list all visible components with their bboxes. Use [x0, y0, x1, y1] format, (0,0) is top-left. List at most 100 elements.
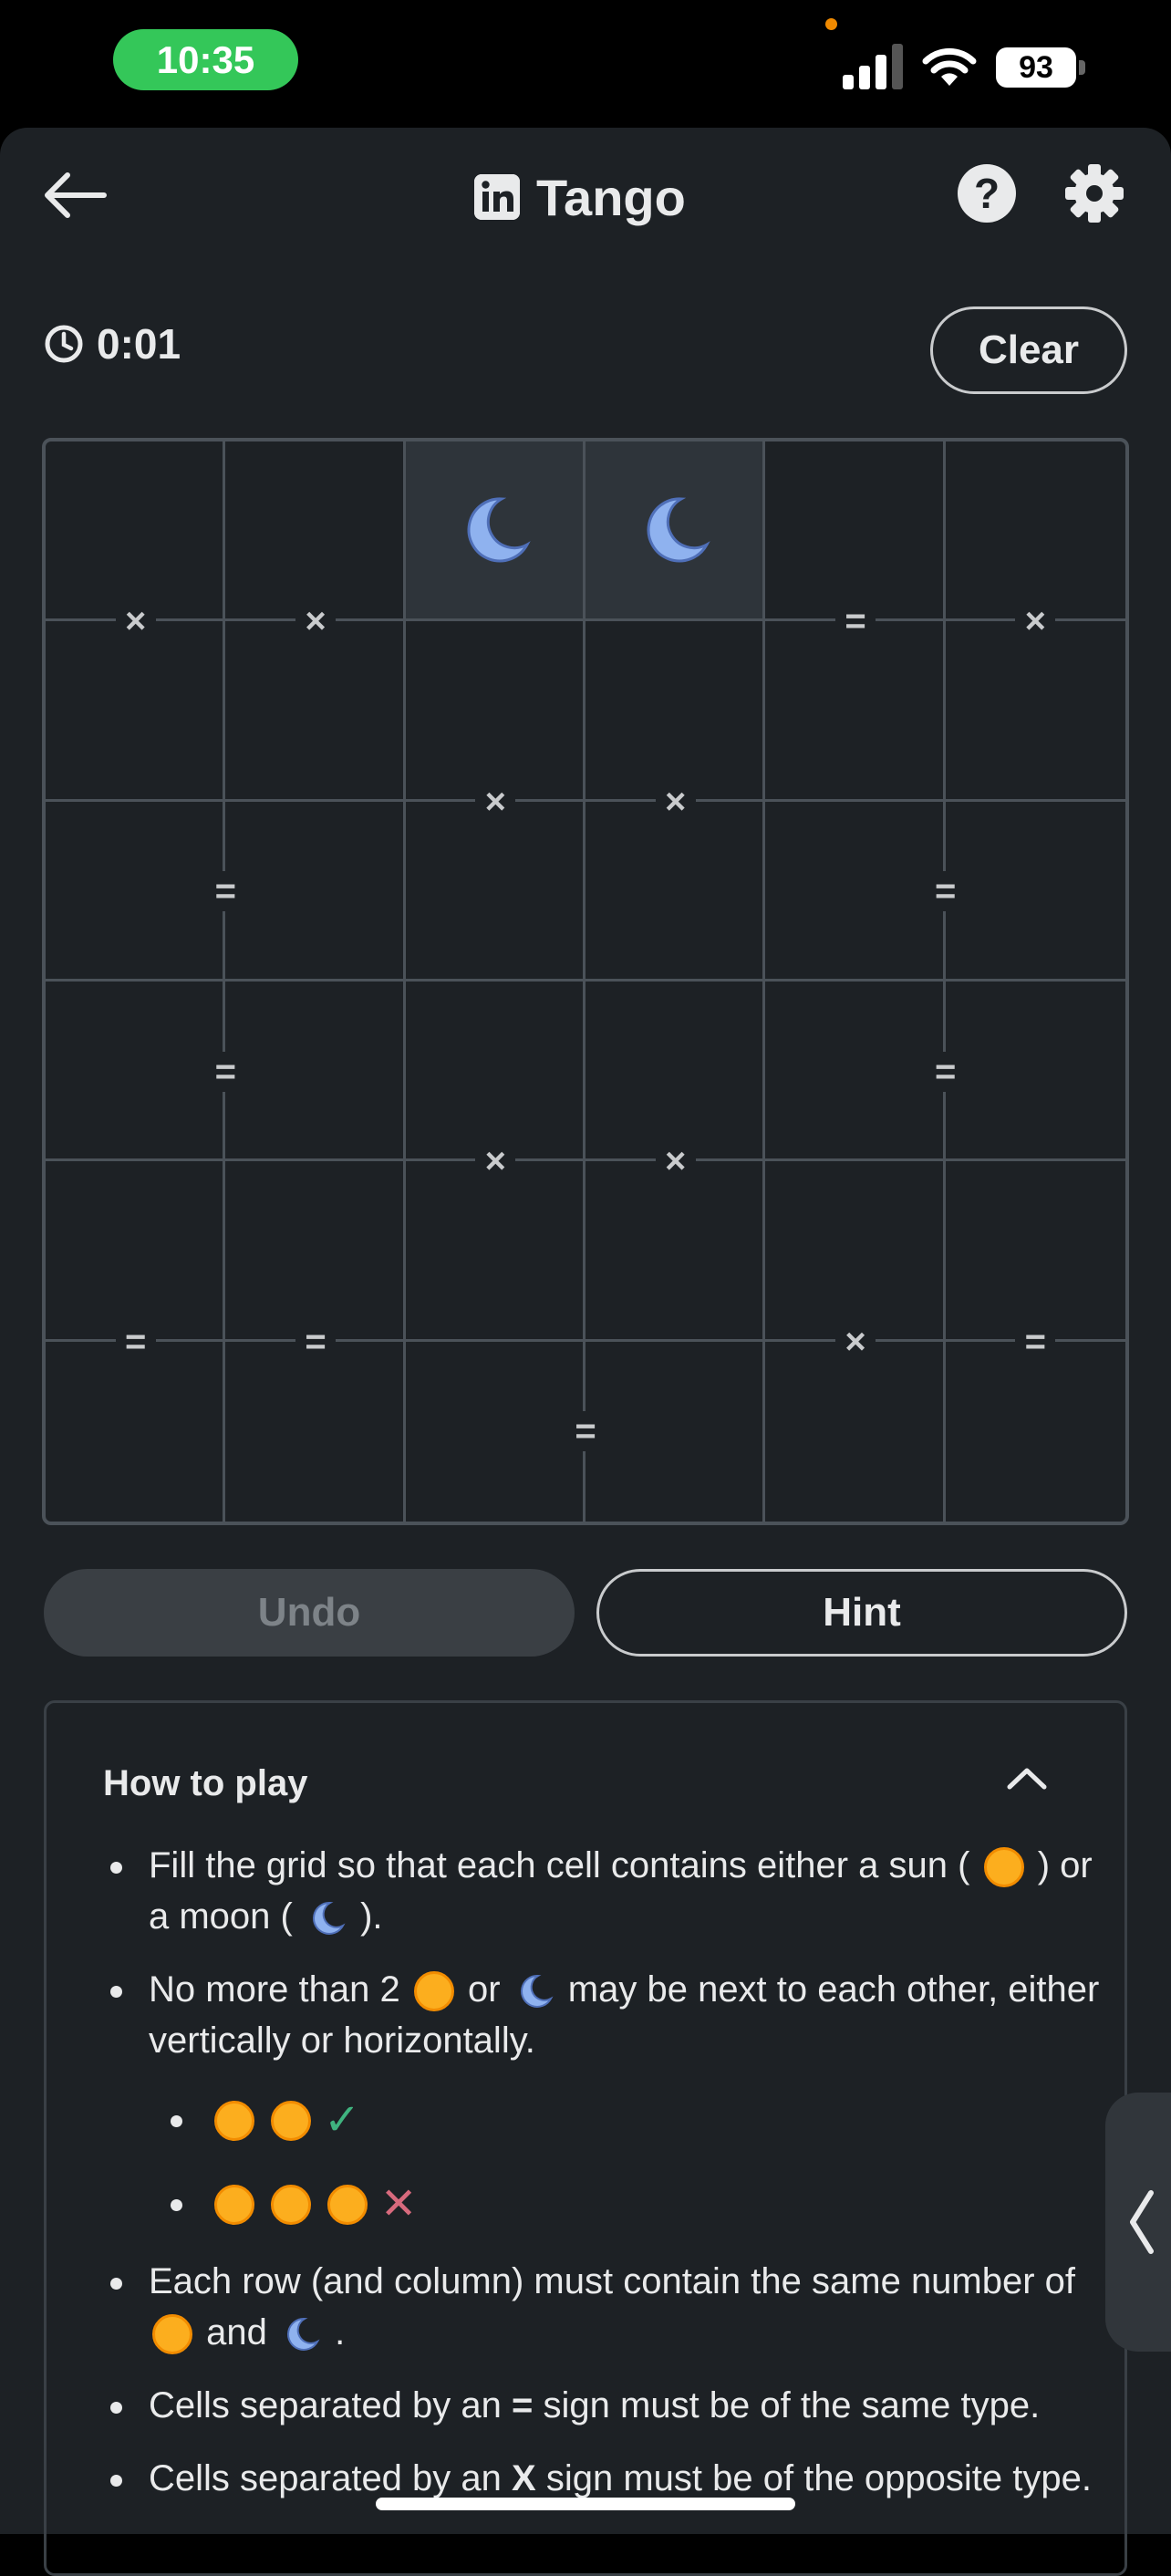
settings-gear-icon[interactable] — [1063, 162, 1125, 224]
timer-value: 0:01 — [97, 320, 181, 368]
moon-icon — [520, 1975, 554, 2009]
privacy-indicator — [825, 18, 837, 30]
rule-item: Cells separated by an = sign must be of … — [103, 2380, 1106, 2431]
board-cell[interactable] — [225, 1161, 406, 1342]
board-cell[interactable] — [46, 801, 226, 982]
example-valid: ✓ — [103, 2088, 1106, 2154]
wifi-icon — [922, 47, 977, 86]
equal-constraint: = — [1015, 1321, 1056, 1362]
moon-icon — [313, 1902, 346, 1936]
chevron-up-icon[interactable] — [1004, 1761, 1050, 1794]
board-cell[interactable] — [585, 801, 766, 982]
how-to-play-title: How to play — [103, 1763, 308, 1803]
sun-icon — [327, 2185, 368, 2225]
board-cell[interactable] — [405, 621, 586, 802]
clock-icon — [45, 325, 83, 363]
equal-constraint: = — [835, 601, 876, 642]
page-title: Tango — [474, 164, 686, 230]
sun-icon — [152, 2314, 192, 2355]
board-cell[interactable] — [945, 621, 1125, 802]
opposite-constraint: × — [295, 601, 336, 642]
board-cell[interactable] — [225, 621, 406, 802]
sun-icon — [413, 1971, 454, 2012]
sun-icon — [271, 2185, 311, 2225]
opposite-constraint: × — [115, 601, 156, 642]
equal-constraint: = — [925, 1051, 966, 1092]
board-grid — [46, 441, 1125, 1522]
board-cell[interactable] — [585, 441, 766, 622]
moon-icon — [467, 497, 531, 563]
moon-icon — [287, 2318, 320, 2352]
board-cell[interactable] — [225, 981, 406, 1162]
chevron-left-icon — [1130, 2190, 1154, 2254]
board-cell[interactable] — [765, 1341, 946, 1522]
board-cell[interactable] — [405, 441, 586, 622]
rule-item: Each row (and column) must contain the s… — [103, 2256, 1106, 2358]
board-cell[interactable] — [765, 441, 946, 622]
board-cell[interactable] — [225, 801, 406, 982]
board-cell[interactable] — [46, 981, 226, 1162]
board-cell[interactable] — [46, 621, 226, 802]
board-cell[interactable] — [585, 1161, 766, 1342]
board-cell[interactable] — [46, 441, 226, 622]
equal-constraint: = — [115, 1321, 156, 1362]
equal-constraint: = — [205, 1051, 246, 1092]
example-invalid: ✕ — [103, 2172, 1106, 2238]
header: Tango ? — [0, 128, 1171, 265]
rule-item: Fill the grid so that each cell contains… — [103, 1840, 1106, 1942]
hint-button[interactable]: Hint — [596, 1569, 1127, 1657]
side-drawer-tab[interactable] — [1105, 2093, 1171, 2352]
board-cell[interactable] — [945, 982, 1125, 1162]
opposite-constraint: × — [1015, 601, 1056, 642]
moon-icon — [647, 497, 710, 563]
board-cell[interactable] — [945, 441, 1125, 622]
equal-constraint: = — [205, 871, 246, 912]
board-cell[interactable] — [765, 801, 946, 982]
undo-button[interactable]: Undo — [44, 1569, 575, 1657]
board-cell[interactable] — [945, 802, 1125, 982]
app-screen: Tango ? 0:01 Clear × × = × × × = = = = ×… — [0, 128, 1171, 2576]
board-cell[interactable] — [765, 621, 946, 802]
board-cell[interactable] — [405, 981, 586, 1162]
equal-constraint: = — [925, 871, 966, 912]
opposite-constraint: × — [835, 1321, 876, 1362]
rule-item: No more than 2 or may be next to each ot… — [103, 1964, 1106, 2066]
board-cell[interactable] — [585, 981, 766, 1162]
sun-icon — [214, 2185, 254, 2225]
cross-icon: ✕ — [380, 2180, 418, 2228]
equal-constraint: = — [295, 1321, 336, 1362]
board-cell[interactable] — [225, 1341, 406, 1522]
battery-level: 93 — [996, 47, 1076, 88]
rule-item: Cells separated by an X sign must be of … — [103, 2453, 1106, 2504]
cellular-signal-icon — [843, 44, 903, 89]
status-bar: 10:35 93 — [0, 0, 1171, 128]
help-icon[interactable]: ? — [958, 164, 1016, 223]
board-cell[interactable] — [46, 1161, 226, 1342]
status-time: 10:35 — [113, 29, 298, 90]
board-cell[interactable] — [765, 981, 946, 1162]
board-cell[interactable] — [225, 441, 406, 622]
board-cell[interactable] — [765, 1161, 946, 1342]
tango-board: × × = × × × = = = = × × = = × = = — [42, 438, 1129, 1525]
board-cell[interactable] — [406, 1341, 586, 1522]
board-cell[interactable] — [585, 621, 766, 802]
sun-icon — [214, 2101, 254, 2141]
board-cell[interactable] — [586, 1341, 766, 1522]
board-cell[interactable] — [405, 801, 586, 982]
board-cell[interactable] — [405, 1161, 586, 1342]
title-text: Tango — [536, 168, 686, 226]
opposite-constraint: × — [655, 781, 696, 822]
board-cell[interactable] — [945, 1161, 1125, 1342]
rules-list: Fill the grid so that each cell contains… — [103, 1840, 1106, 2526]
opposite-constraint: × — [475, 1141, 516, 1182]
board-cell[interactable] — [46, 1341, 226, 1522]
sun-icon — [983, 1847, 1024, 1888]
board-cell[interactable] — [946, 1342, 1125, 1522]
opposite-constraint: × — [475, 781, 516, 822]
equal-constraint: = — [565, 1411, 606, 1452]
back-arrow-icon[interactable] — [40, 168, 109, 223]
home-indicator — [376, 2498, 795, 2510]
opposite-constraint: × — [655, 1141, 696, 1182]
timer: 0:01 — [44, 320, 181, 368]
clear-button[interactable]: Clear — [930, 306, 1127, 394]
